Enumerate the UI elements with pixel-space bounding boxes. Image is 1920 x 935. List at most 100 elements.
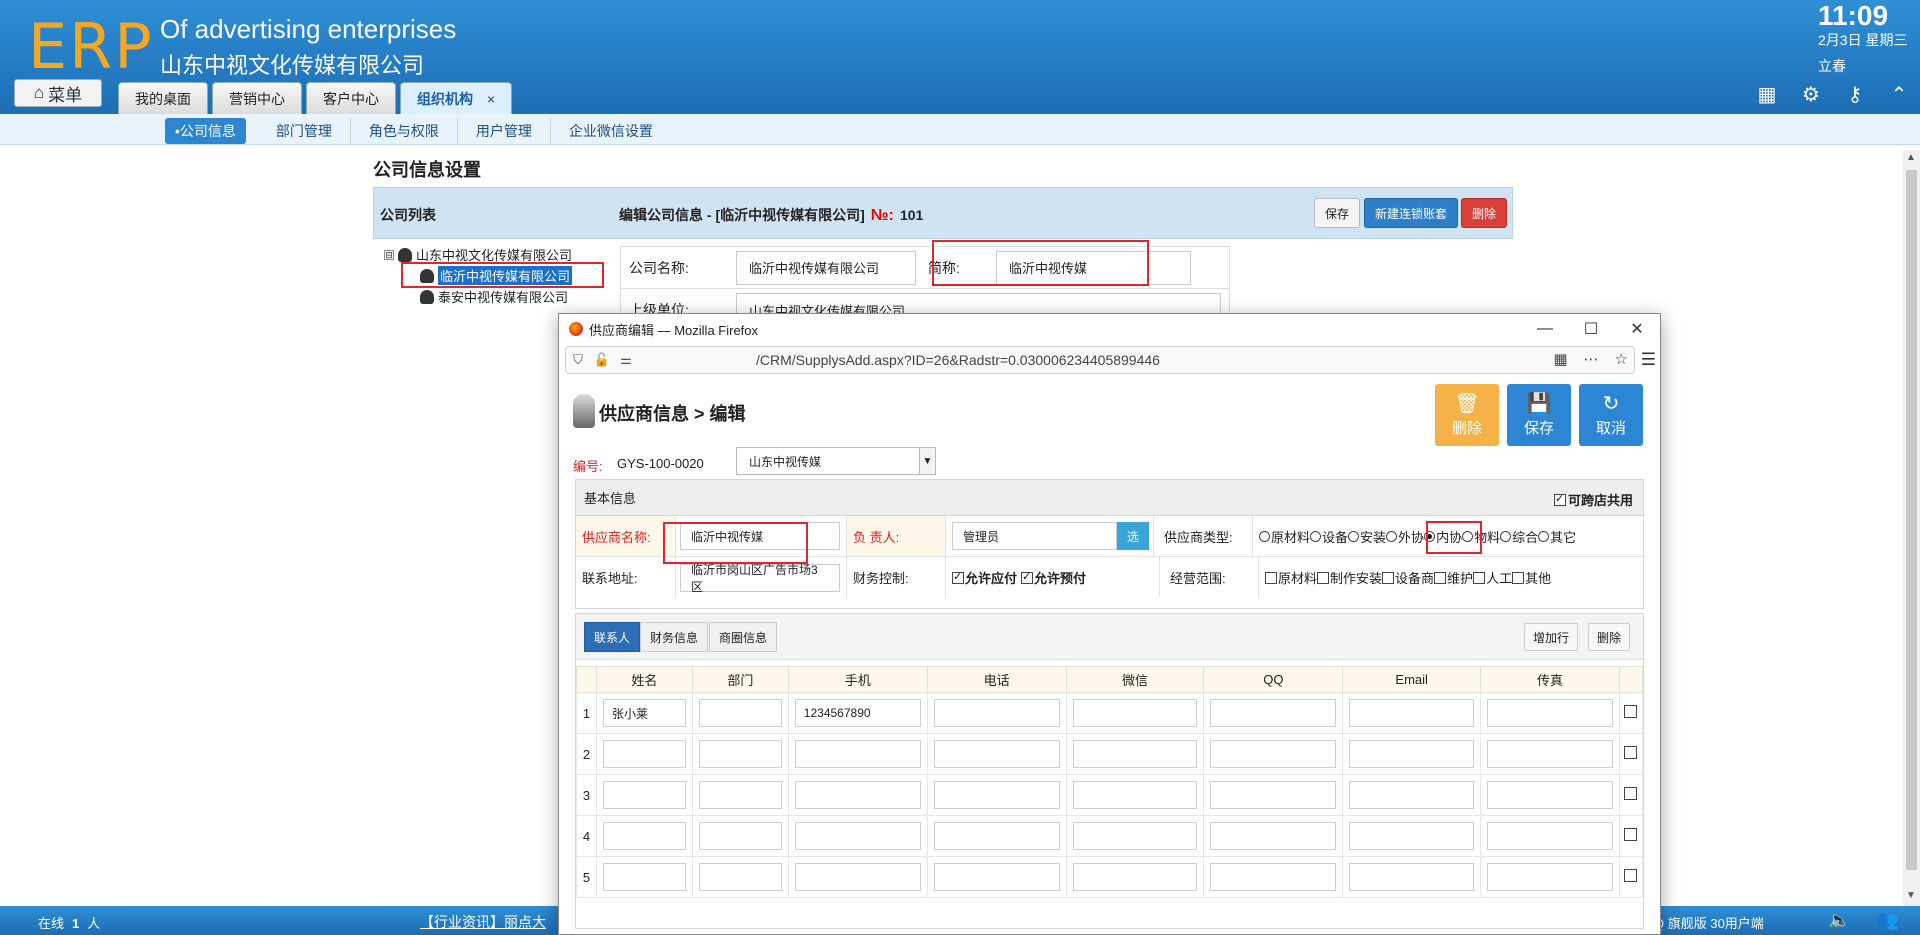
shield-icon[interactable]: ⛉ [566, 352, 590, 368]
checkbox[interactable] [1512, 571, 1525, 584]
news-link[interactable]: 【行业资讯】丽点大 [420, 912, 546, 932]
add-row-button[interactable]: 增加行 [1524, 623, 1579, 651]
supplier-save-button[interactable]: 💾 保存 [1507, 384, 1571, 446]
scroll-thumb[interactable] [1906, 170, 1917, 870]
radio-button[interactable] [1310, 530, 1322, 542]
row-checkbox[interactable] [1624, 828, 1638, 841]
scroll-down-icon[interactable]: ▼ [1906, 890, 1916, 901]
cell-input-部门[interactable] [698, 699, 782, 727]
tab-desktop[interactable]: 我的桌面 [118, 82, 208, 114]
row-checkbox[interactable] [1624, 787, 1638, 800]
scope-option[interactable]: 维护 [1434, 568, 1473, 587]
cell-input-Email[interactable] [1349, 822, 1475, 850]
tab-contacts[interactable]: 联系人 [584, 622, 641, 652]
cell-input-QQ[interactable] [1210, 781, 1337, 809]
delete-row-button[interactable]: 删除 [1588, 623, 1631, 651]
cell-input-Email[interactable] [1349, 781, 1475, 809]
chevron-down-icon[interactable]: ▼ [919, 448, 935, 474]
cell-input-微信[interactable] [1072, 699, 1198, 727]
cell-input-姓名[interactable] [602, 863, 686, 891]
tab-business-district[interactable]: 商圈信息 [709, 622, 778, 652]
subnav-users[interactable]: 用户管理 [458, 118, 551, 144]
radio-button[interactable] [1348, 530, 1360, 542]
checkbox-checked[interactable] [1021, 570, 1034, 584]
menu-button[interactable]: ⌂ 菜单 [14, 79, 102, 107]
cell-input-微信[interactable] [1072, 740, 1198, 768]
subnav-roles[interactable]: 角色与权限 [351, 118, 458, 144]
radio-button[interactable] [1538, 530, 1550, 542]
permissions-icon[interactable]: ⚌ [614, 352, 638, 368]
cell-input-传真[interactable] [1487, 740, 1613, 768]
collapse-toggle-icon[interactable]: ⊟ [384, 249, 394, 260]
checkbox[interactable] [1473, 571, 1486, 584]
checkbox[interactable] [1434, 571, 1447, 584]
subnav-company-info[interactable]: •公司信息 [165, 118, 246, 144]
url-bar[interactable]: ⛉ 🔓 ⚌ /CRM/SupplysAdd.aspx?ID=26&Radstr=… [565, 346, 1635, 374]
checkbox-checked[interactable] [952, 570, 964, 584]
cell-input-QQ[interactable] [1210, 740, 1337, 768]
scope-option[interactable]: 原材料 [1265, 568, 1317, 587]
bookmark-star-icon[interactable]: ☆ [1615, 350, 1628, 368]
cell-input-电话[interactable] [933, 740, 1060, 768]
speaker-icon[interactable]: 🔈 [1828, 910, 1850, 931]
tab-organization[interactable]: 组织机构 × [400, 82, 513, 114]
users-icon[interactable]: 👥 [1876, 910, 1898, 931]
cross-store-checkbox[interactable]: 可跨店共用 [1553, 490, 1633, 509]
radio-button[interactable] [1259, 530, 1270, 542]
cell-input-QQ[interactable] [1210, 822, 1337, 850]
cell-input-传真[interactable] [1487, 699, 1613, 727]
tab-customers[interactable]: 客户中心 [306, 82, 396, 114]
cell-input-手机[interactable] [794, 822, 921, 850]
scope-option[interactable]: 设备商 [1382, 568, 1434, 587]
owner-input[interactable]: 管理员 [952, 522, 1117, 550]
cell-input-QQ[interactable] [1210, 699, 1337, 727]
cell-input-微信[interactable] [1072, 781, 1198, 809]
type-option[interactable]: 外协 [1386, 527, 1424, 546]
supplier-cancel-button[interactable]: ↻ 取消 [1579, 384, 1643, 446]
qr-code-icon[interactable]: ▦ [1553, 350, 1567, 368]
insecure-lock-icon[interactable]: 🔓 [590, 352, 614, 368]
subnav-wechat[interactable]: 企业微信设置 [551, 118, 671, 144]
finance-option[interactable]: 允许应付 [952, 568, 1017, 587]
cell-input-姓名[interactable] [602, 740, 686, 768]
cell-input-微信[interactable] [1072, 822, 1198, 850]
apps-grid-icon[interactable]: ▦ [1756, 84, 1778, 106]
cell-input-部门[interactable] [698, 822, 782, 850]
cell-input-QQ[interactable] [1210, 863, 1337, 891]
company-save-button[interactable]: 保存 [1314, 198, 1361, 228]
company-name-input[interactable]: 临沂中视传媒有限公司 [736, 250, 916, 285]
cell-input-姓名[interactable] [602, 822, 686, 850]
radio-button[interactable] [1500, 530, 1512, 542]
firefox-titlebar[interactable]: 供应商编辑 — Mozilla Firefox — ☐ ✕ [559, 314, 1660, 344]
type-option[interactable]: 综合 [1500, 527, 1538, 546]
cell-input-Email[interactable] [1349, 740, 1475, 768]
checkbox[interactable] [1265, 571, 1277, 584]
close-tab-icon[interactable]: × [487, 91, 495, 107]
cell-input-传真[interactable] [1487, 781, 1613, 809]
scroll-up-icon[interactable]: ▲ [1906, 152, 1916, 163]
more-actions-icon[interactable]: ⋯ [1584, 350, 1599, 368]
subnav-departments[interactable]: 部门管理 [258, 118, 351, 144]
tree-item[interactable]: 泰安中视传媒有限公司 [384, 286, 572, 307]
cell-input-电话[interactable] [933, 822, 1060, 850]
select-owner-button[interactable]: 选 [1117, 522, 1149, 550]
type-option[interactable]: 原材料 [1259, 527, 1310, 546]
close-icon[interactable]: ✕ [1614, 314, 1660, 344]
row-checkbox[interactable] [1624, 746, 1638, 759]
hamburger-menu-icon[interactable]: ☰ [1641, 350, 1656, 370]
row-checkbox[interactable] [1624, 705, 1638, 718]
cell-input-Email[interactable] [1349, 863, 1475, 891]
company-delete-button[interactable]: 删除 [1461, 198, 1508, 228]
cell-input-手机[interactable]: 1234567890 [794, 699, 921, 727]
cell-input-电话[interactable] [933, 863, 1060, 891]
checkbox-checked[interactable] [1553, 492, 1566, 506]
url-text[interactable]: /CRM/SupplysAdd.aspx?ID=26&Radstr=0.0300… [756, 352, 1160, 368]
radio-button[interactable] [1386, 530, 1398, 542]
supplier-delete-button[interactable]: 🗑 删除 [1435, 384, 1499, 446]
scope-option[interactable]: 制作安装 [1317, 568, 1382, 587]
cell-input-手机[interactable] [794, 740, 921, 768]
collapse-icon[interactable]: ⌃ [1888, 84, 1910, 106]
minimize-icon[interactable]: — [1522, 314, 1568, 344]
cell-input-部门[interactable] [698, 781, 782, 809]
type-option[interactable]: 其它 [1538, 527, 1576, 546]
